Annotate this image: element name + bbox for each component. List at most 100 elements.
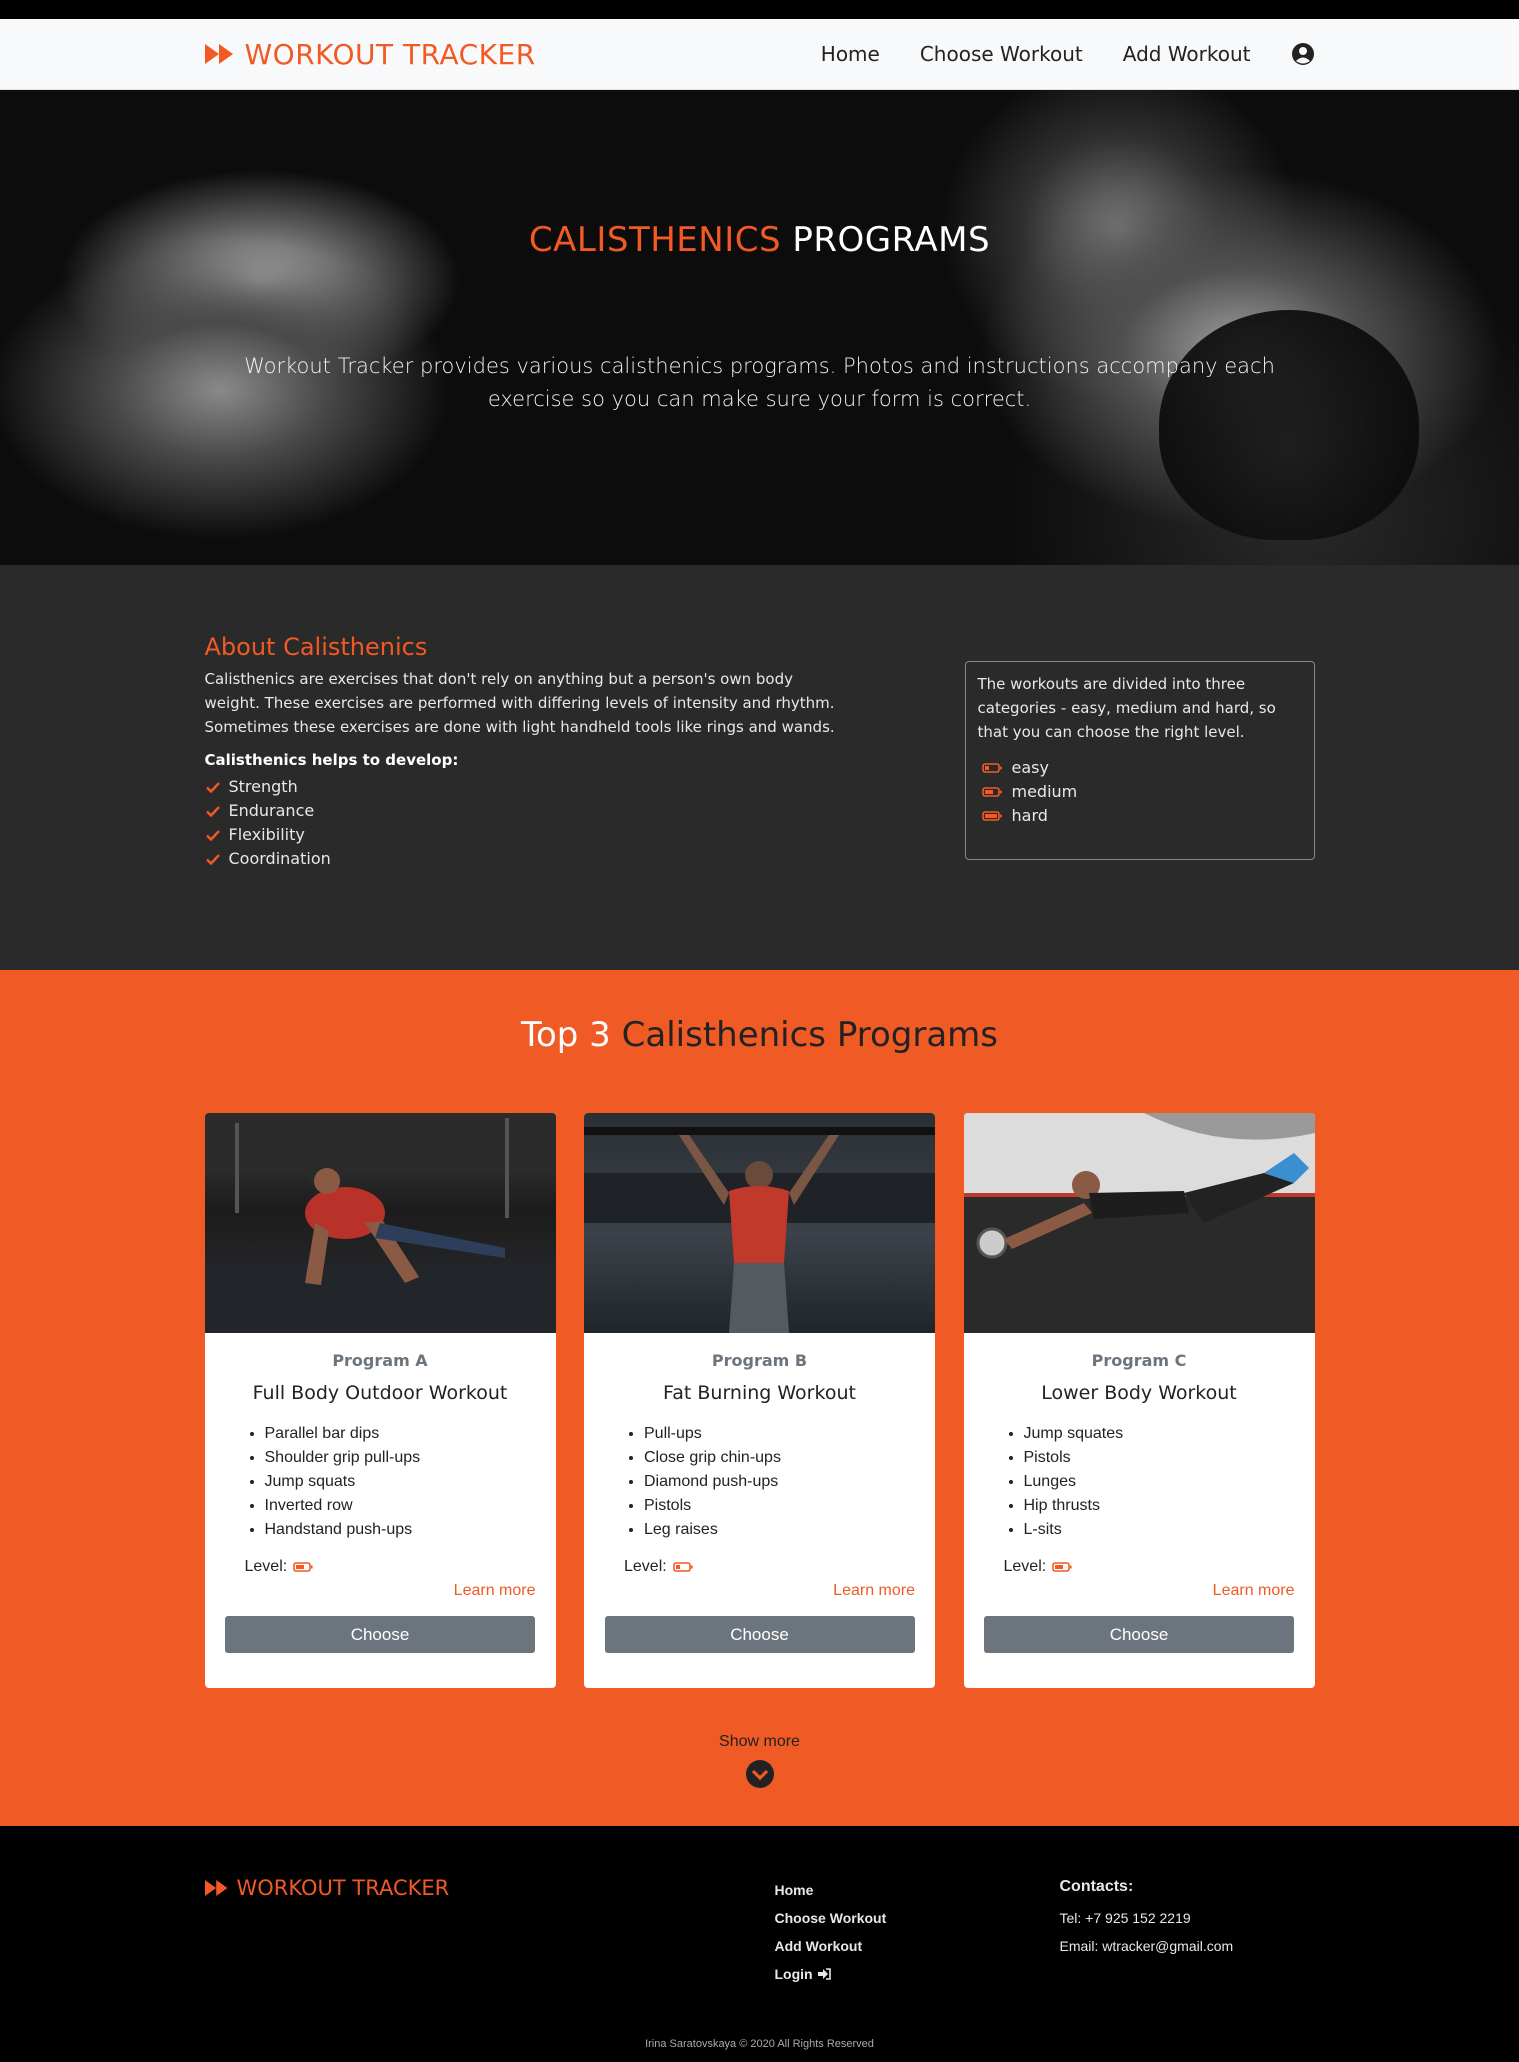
contacts: Contacts: Tel: +7 925 152 2219 Email: wt… bbox=[1060, 1876, 1234, 1988]
show-more-label[interactable]: Show more bbox=[719, 1733, 800, 1750]
about-title: About Calisthenics bbox=[204, 633, 428, 661]
card-program-label: Program C bbox=[1091, 1351, 1187, 1370]
levels-info-box: The workouts are divided into three cate… bbox=[964, 661, 1315, 860]
develop-list: Strength Endurance Flexibility Coordinat… bbox=[205, 775, 845, 871]
level-label: medium bbox=[1011, 782, 1078, 801]
footer-link-home[interactable]: Home bbox=[775, 1876, 1060, 1904]
nav-links: Home Choose Workout Add Workout bbox=[821, 42, 1315, 66]
list-item: Jump squates bbox=[1024, 1422, 1295, 1446]
list-item: Jump squats bbox=[265, 1470, 536, 1494]
card-workout-name: Full Body Outdoor Workout bbox=[252, 1382, 508, 1404]
program-cards: Program A Full Body Outdoor Workout Para… bbox=[204, 1113, 1315, 1688]
battery-half-icon bbox=[1052, 1562, 1072, 1572]
list-item: Coordination bbox=[205, 847, 845, 871]
chevron-down-circle-icon[interactable] bbox=[745, 1759, 775, 1789]
exercise-list: Jump squates Pistols Lunges Hip thrusts … bbox=[984, 1422, 1295, 1542]
program-c-photo bbox=[963, 1113, 1315, 1333]
top-strip bbox=[0, 0, 1519, 19]
list-item: Pistols bbox=[644, 1494, 915, 1518]
hero-section: CALISTHENICS PROGRAMS Workout Tracker pr… bbox=[0, 90, 1519, 565]
learn-more-link[interactable]: Learn more bbox=[604, 1582, 915, 1600]
list-item: hard bbox=[978, 804, 1302, 828]
program-card-b: Program B Fat Burning Workout Pull-ups C… bbox=[584, 1113, 935, 1688]
contact-tel: Tel: +7 925 152 2219 bbox=[1059, 1910, 1191, 1926]
list-item: easy bbox=[978, 756, 1302, 780]
contacts-title: Contacts: bbox=[1059, 1878, 1134, 1895]
develop-title: Calisthenics helps to develop: bbox=[204, 751, 459, 769]
nav-link-choose-workout[interactable]: Choose Workout bbox=[920, 42, 1083, 66]
card-program-label: Program A bbox=[332, 1351, 428, 1370]
list-item: Lunges bbox=[1024, 1470, 1295, 1494]
develop-item-label: Strength bbox=[228, 777, 298, 796]
battery-half-icon bbox=[293, 1562, 313, 1572]
sign-in-icon bbox=[817, 1968, 831, 1980]
choose-button[interactable]: Choose bbox=[225, 1616, 535, 1653]
programs-title: Top 3 Calisthenics Programs bbox=[205, 1015, 1315, 1055]
check-icon bbox=[205, 854, 220, 866]
level-label: easy bbox=[1011, 758, 1049, 777]
choose-button[interactable]: Choose bbox=[984, 1616, 1294, 1653]
levels-text: The workouts are divided into three cate… bbox=[977, 675, 1276, 741]
list-item: Pull-ups bbox=[644, 1422, 915, 1446]
nav-link-home[interactable]: Home bbox=[821, 42, 880, 66]
footer-link-add-workout[interactable]: Add Workout bbox=[775, 1932, 1060, 1960]
list-item: Inverted row bbox=[265, 1494, 536, 1518]
card-program-label: Program B bbox=[711, 1351, 808, 1370]
learn-more-link[interactable]: Learn more bbox=[984, 1582, 1295, 1600]
login-label[interactable]: Login bbox=[775, 1960, 813, 1988]
list-item: Diamond push-ups bbox=[644, 1470, 915, 1494]
programs-section: Top 3 Calisthenics Programs Program A Fu… bbox=[0, 970, 1519, 1826]
develop-item-label: Coordination bbox=[228, 849, 331, 868]
program-card-c: Program C Lower Body Workout Jump squate… bbox=[963, 1113, 1315, 1688]
footer-link-choose-workout[interactable]: Choose Workout bbox=[775, 1904, 1060, 1932]
develop-item-label: Endurance bbox=[228, 801, 315, 820]
level-label: Level: bbox=[244, 1558, 288, 1575]
hero-text: Workout Tracker provides various calisth… bbox=[244, 354, 1275, 411]
check-icon bbox=[205, 806, 220, 818]
copyright: Irina Saratovskaya © 2020 All Rights Res… bbox=[645, 2038, 874, 2050]
fast-forward-icon bbox=[204, 1880, 227, 1896]
footer-link-login[interactable]: Login bbox=[775, 1960, 1060, 1988]
pushup-figure-illustration bbox=[204, 1113, 556, 1333]
exercise-list: Pull-ups Close grip chin-ups Diamond pus… bbox=[604, 1422, 915, 1542]
programs-title-highlight: Top 3 bbox=[521, 1015, 611, 1055]
battery-quarter-icon bbox=[981, 763, 1002, 773]
learn-more-link[interactable]: Learn more bbox=[225, 1582, 536, 1600]
list-item: Close grip chin-ups bbox=[644, 1446, 915, 1470]
programs-title-rest: Calisthenics Programs bbox=[621, 1015, 998, 1055]
brand-name: WORKOUT TRACKER bbox=[244, 37, 536, 71]
contact-email: Email: wtracker@gmail.com bbox=[1059, 1938, 1234, 1954]
footer-links: Home Choose Workout Add Workout Login bbox=[775, 1876, 1060, 1988]
list-item: Hip thrusts bbox=[1024, 1494, 1295, 1518]
navbar: WORKOUT TRACKER Home Choose Workout Add … bbox=[0, 19, 1519, 90]
exercise-list: Parallel bar dips Shoulder grip pull-ups… bbox=[225, 1422, 536, 1542]
hero-title-accent: CALISTHENICS bbox=[528, 220, 782, 260]
card-level: Level: bbox=[604, 1558, 915, 1576]
list-item: Leg raises bbox=[644, 1518, 915, 1542]
list-item: Endurance bbox=[205, 799, 845, 823]
about-text: Calisthenics are exercises that don't re… bbox=[204, 670, 835, 736]
hero-title-rest: PROGRAMS bbox=[792, 220, 991, 260]
card-level: Level: bbox=[225, 1558, 536, 1576]
footer-brand[interactable]: WORKOUT TRACKER bbox=[204, 1876, 775, 1900]
show-more[interactable]: Show more bbox=[205, 1733, 1315, 1789]
program-a-photo bbox=[204, 1113, 556, 1333]
nav-link-add-workout[interactable]: Add Workout bbox=[1123, 42, 1251, 66]
levels-list: easy medium hard bbox=[978, 756, 1302, 828]
battery-quarter-icon bbox=[672, 1562, 693, 1572]
level-label: Level: bbox=[1003, 1558, 1047, 1575]
battery-full-icon bbox=[981, 811, 1002, 821]
ab-roller-figure-illustration bbox=[963, 1113, 1315, 1333]
card-workout-name: Fat Burning Workout bbox=[663, 1382, 856, 1404]
about-section: About Calisthenics Calisthenics are exer… bbox=[0, 565, 1519, 970]
user-circle-icon[interactable] bbox=[1291, 42, 1315, 66]
hero-title: CALISTHENICS PROGRAMS bbox=[205, 220, 1315, 260]
list-item: Shoulder grip pull-ups bbox=[265, 1446, 536, 1470]
check-icon bbox=[205, 782, 220, 794]
choose-button[interactable]: Choose bbox=[604, 1616, 915, 1653]
footer-brand-name: WORKOUT TRACKER bbox=[236, 1876, 450, 1900]
brand-logo-link[interactable]: WORKOUT TRACKER bbox=[204, 37, 536, 71]
pullup-figure-illustration bbox=[584, 1127, 935, 1333]
list-item: L-sits bbox=[1024, 1518, 1295, 1542]
list-item: Handstand push-ups bbox=[265, 1518, 536, 1542]
